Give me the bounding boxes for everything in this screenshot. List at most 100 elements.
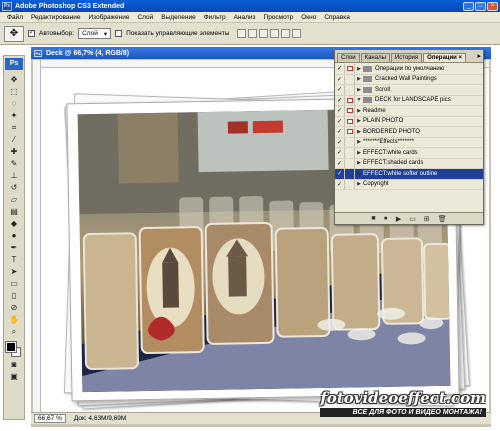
toggle-item-checkbox[interactable]: ✓ [335, 106, 345, 116]
eraser-icon[interactable]: ▱ [8, 194, 20, 205]
new-set-folder-icon[interactable]: ▭ [409, 215, 416, 223]
tab-actions[interactable]: Операции × [423, 53, 467, 62]
align-left-icon[interactable] [270, 29, 280, 38]
magic-wand-icon[interactable]: ✦ [8, 110, 20, 121]
toggle-item-checkbox[interactable]: ✓ [335, 74, 345, 84]
toggle-dialog-icon[interactable] [345, 137, 355, 147]
hand-tool-icon[interactable]: ✋ [8, 314, 20, 325]
expand-triangle-icon[interactable]: ▶ [355, 66, 363, 72]
toggle-item-checkbox[interactable]: ✓ [335, 169, 345, 179]
brush-tool-icon[interactable]: ✎ [8, 158, 20, 169]
delete-trash-icon[interactable]: 🗑 [438, 215, 447, 223]
toggle-item-checkbox[interactable]: ✓ [335, 127, 345, 137]
expand-triangle-icon[interactable]: ▶ [355, 87, 363, 93]
action-set-row[interactable]: ✓ ▶ Cracked Wall Paintings [335, 74, 483, 85]
eyedropper-3d-icon[interactable]: ⊘ [8, 302, 20, 313]
toggle-dialog-icon[interactable] [345, 148, 355, 158]
toggle-item-checkbox[interactable]: ✓ [335, 116, 345, 126]
toggle-dialog-icon[interactable] [345, 74, 355, 84]
document-size-info[interactable]: Док: 4,63М/9,69М [74, 415, 126, 422]
menu-view[interactable]: Просмотр [260, 14, 298, 21]
type-tool-icon[interactable]: T [8, 254, 20, 265]
expand-triangle-icon[interactable]: ▶ [355, 150, 363, 156]
toggle-item-checkbox[interactable]: ✓ [335, 95, 345, 105]
expand-triangle-icon[interactable]: ▶ [355, 171, 363, 177]
notes-tool-icon[interactable]: ▯ [8, 290, 20, 301]
menu-image[interactable]: Изображение [85, 14, 134, 21]
expand-triangle-icon[interactable]: ▶ [355, 118, 363, 124]
autoselect-checkbox[interactable]: ✓ [28, 30, 35, 37]
pen-tool-icon[interactable]: ✒ [8, 242, 20, 253]
action-row[interactable]: ✓ ▶ EFFECT:white softer outline [335, 169, 483, 180]
toggle-item-checkbox[interactable]: ✓ [335, 158, 345, 168]
expand-triangle-icon[interactable]: ▶ [355, 139, 363, 145]
toggle-dialog-icon[interactable] [345, 158, 355, 168]
align-top-icon[interactable] [237, 29, 247, 38]
action-row[interactable]: ✓ ▶ EFFECT:white cards [335, 148, 483, 159]
autoselect-dropdown[interactable]: Слой ▾ [78, 28, 112, 39]
tab-channels[interactable]: Каналы [360, 53, 390, 62]
screen-mode-icon[interactable]: ▣ [8, 371, 20, 382]
action-set-row[interactable]: ✓ ▶ Операции по умолчанию [335, 64, 483, 75]
expand-triangle-icon[interactable]: ▶ [355, 181, 363, 187]
toggle-item-checkbox[interactable]: ✓ [335, 179, 345, 189]
menu-window[interactable]: Окно [297, 14, 320, 21]
toggle-dialog-icon[interactable] [345, 127, 355, 137]
menu-edit[interactable]: Редактирование [27, 14, 85, 21]
toggle-item-checkbox[interactable]: ✓ [335, 85, 345, 95]
eyedropper-icon[interactable]: ⁄ [8, 134, 20, 145]
crop-tool-icon[interactable]: ⌗ [8, 122, 20, 133]
expand-triangle-icon[interactable]: ▶ [355, 160, 363, 166]
minimize-button[interactable]: _ [463, 1, 474, 11]
menu-select[interactable]: Выделение [157, 14, 199, 21]
healing-brush-icon[interactable]: ✚ [8, 146, 20, 157]
expand-triangle-icon[interactable]: ▶ [355, 108, 363, 114]
move-tool-icon[interactable]: ✥ [8, 74, 20, 85]
expand-triangle-icon[interactable]: ▶ [355, 129, 363, 135]
toggle-dialog-icon[interactable] [345, 85, 355, 95]
menu-file[interactable]: Файл [3, 14, 27, 21]
toggle-dialog-icon[interactable] [345, 64, 355, 74]
action-row[interactable]: ✓ ▶ Readme [335, 106, 483, 117]
tab-layers[interactable]: Слои [337, 53, 360, 62]
align-center-icon[interactable] [281, 29, 291, 38]
menu-help[interactable]: Справка [320, 14, 354, 21]
panel-menu-icon[interactable]: ▸ [477, 52, 481, 62]
lasso-tool-icon[interactable]: ◌ [8, 98, 20, 109]
toggle-dialog-icon[interactable] [345, 106, 355, 116]
toggle-dialog-icon[interactable] [345, 179, 355, 189]
tab-history[interactable]: История [390, 53, 423, 62]
align-right-icon[interactable] [292, 29, 302, 38]
zoom-level-field[interactable]: 66,67 % [34, 414, 66, 423]
menu-filter[interactable]: Фильтр [200, 14, 230, 21]
action-row[interactable]: ✓ ▶ *******Effects******* [335, 137, 483, 148]
shape-tool-icon[interactable]: ▭ [8, 278, 20, 289]
stop-icon[interactable]: ■ [371, 215, 375, 222]
action-row[interactable]: ✓ ▶ Copyright [335, 179, 483, 190]
foreground-color-swatch[interactable] [5, 341, 17, 353]
history-brush-icon[interactable]: ↺ [8, 182, 20, 193]
toggle-item-checkbox[interactable]: ✓ [335, 64, 345, 74]
move-tool-preset-icon[interactable]: ✥ [4, 25, 24, 42]
clone-stamp-icon[interactable]: ⊥ [8, 170, 20, 181]
gradient-tool-icon[interactable]: ▤ [8, 206, 20, 217]
marquee-tool-icon[interactable]: ⬚ [8, 86, 20, 97]
record-icon[interactable]: ● [384, 215, 388, 222]
toggle-item-checkbox[interactable]: ✓ [335, 148, 345, 158]
expand-triangle-icon[interactable]: ▶ [355, 76, 363, 82]
show-controls-checkbox[interactable] [115, 30, 123, 37]
play-icon[interactable]: ▶ [396, 215, 401, 223]
action-row[interactable]: ✓ ▶ PLAIN PHOTO [335, 116, 483, 127]
quick-mask-icon[interactable]: ◙ [8, 359, 20, 370]
toggle-dialog-icon[interactable] [345, 169, 355, 179]
expand-triangle-icon[interactable]: ▼ [355, 97, 363, 103]
toggle-dialog-icon[interactable] [345, 116, 355, 126]
action-row[interactable]: ✓ ▶ BORDERED PHOTO [335, 127, 483, 138]
action-set-row[interactable]: ✓ ▶ Scroll [335, 85, 483, 96]
action-row[interactable]: ✓ ▶ EFFECT:shaded cards [335, 158, 483, 169]
close-button[interactable]: × [487, 1, 498, 11]
align-bottom-icon[interactable] [259, 29, 269, 38]
dodge-tool-icon[interactable]: ● [8, 230, 20, 241]
new-action-icon[interactable]: ⊞ [424, 215, 430, 223]
action-set-row[interactable]: ✓ ▼ DECK for LANDSCAPE pics [335, 95, 483, 106]
